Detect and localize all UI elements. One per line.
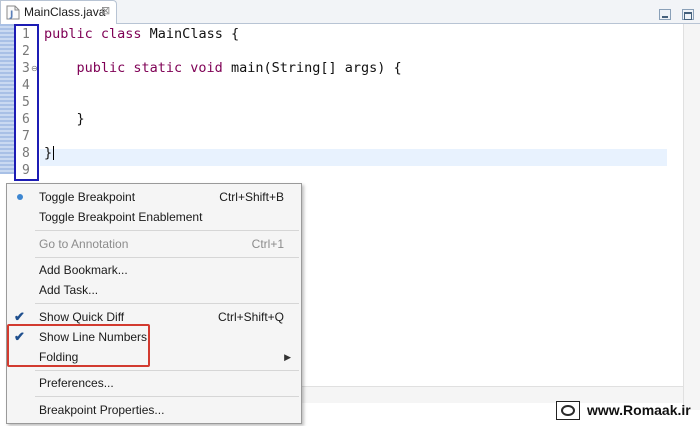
code-line-6: } [44,111,402,128]
watermark: www.Romaak.ir [556,400,691,420]
quick-diff-ruler [0,24,15,174]
code-text: main(String[] args) { [222,60,402,76]
menu-separator [35,396,299,397]
minimize-button[interactable] [658,9,671,20]
watermark-text: www.Romaak.ir [587,402,691,418]
menu-item-label: Toggle Breakpoint [39,190,136,204]
menu-separator [35,303,299,304]
window-controls [653,5,694,24]
menu-item-toggle-breakpoint-enablement[interactable]: Toggle Breakpoint Enablement [7,207,301,227]
menu-item-shortcut: Ctrl+1 [251,237,284,251]
menu-item-toggle-breakpoint[interactable]: Toggle Breakpoint Ctrl+Shift+B [7,187,301,207]
code-line-8: } [44,145,402,162]
keyword: public static void [76,60,223,76]
menu-separator [35,257,299,258]
text-cursor [53,146,55,160]
source-code[interactable]: public class MainClass { public static v… [44,26,402,179]
code-text: } [44,111,85,127]
java-file-icon: J [6,5,20,20]
editor-tab-bar: J MainClass.java ⊠ [0,0,700,25]
maximize-button[interactable] [682,9,694,20]
line-numbers-highlight-box [14,24,39,181]
keyword: public class [44,26,142,42]
menu-item-add-bookmark[interactable]: Add Bookmark... [7,260,301,280]
tab-label: MainClass.java [24,5,106,19]
menu-separator [35,230,299,231]
svg-text:J: J [9,10,13,20]
menu-item-shortcut: Ctrl+Shift+Q [217,310,284,324]
code-line-1: public class MainClass { [44,26,402,43]
menu-item-label: Toggle Breakpoint Enablement [39,210,203,224]
menu-highlight-box [7,324,150,367]
menu-item-label: Add Bookmark... [39,263,128,277]
breakpoint-icon [17,194,23,200]
menu-item-label: Preferences... [39,376,114,390]
menu-item-preferences[interactable]: Preferences... [7,373,301,393]
code-text: } [44,145,53,161]
menu-item-label: Go to Annotation [39,237,129,251]
menu-item-breakpoint-properties[interactable]: Breakpoint Properties... [7,400,301,420]
menu-separator [35,370,299,371]
menu-item-label: Add Task... [39,283,99,297]
submenu-arrow-icon: ▶ [284,352,291,362]
romaak-logo-icon [556,400,580,420]
ruler-context-menu: Toggle Breakpoint Ctrl+Shift+B Toggle Br… [6,183,302,424]
menu-item-add-task[interactable]: Add Task... [7,280,301,300]
menu-item-label: Breakpoint Properties... [39,403,165,417]
vertical-scrollbar[interactable] [683,24,700,410]
menu-item-shortcut: Ctrl+Shift+B [219,190,284,204]
code-text: MainClass { [141,26,240,42]
code-line-3: public static void main(String[] args) { [44,60,402,77]
tab-mainclass-java[interactable]: J MainClass.java ⊠ [0,0,117,25]
close-icon[interactable]: ⊠ [101,4,110,17]
menu-item-go-to-annotation[interactable]: Go to Annotation Ctrl+1 [7,234,301,254]
